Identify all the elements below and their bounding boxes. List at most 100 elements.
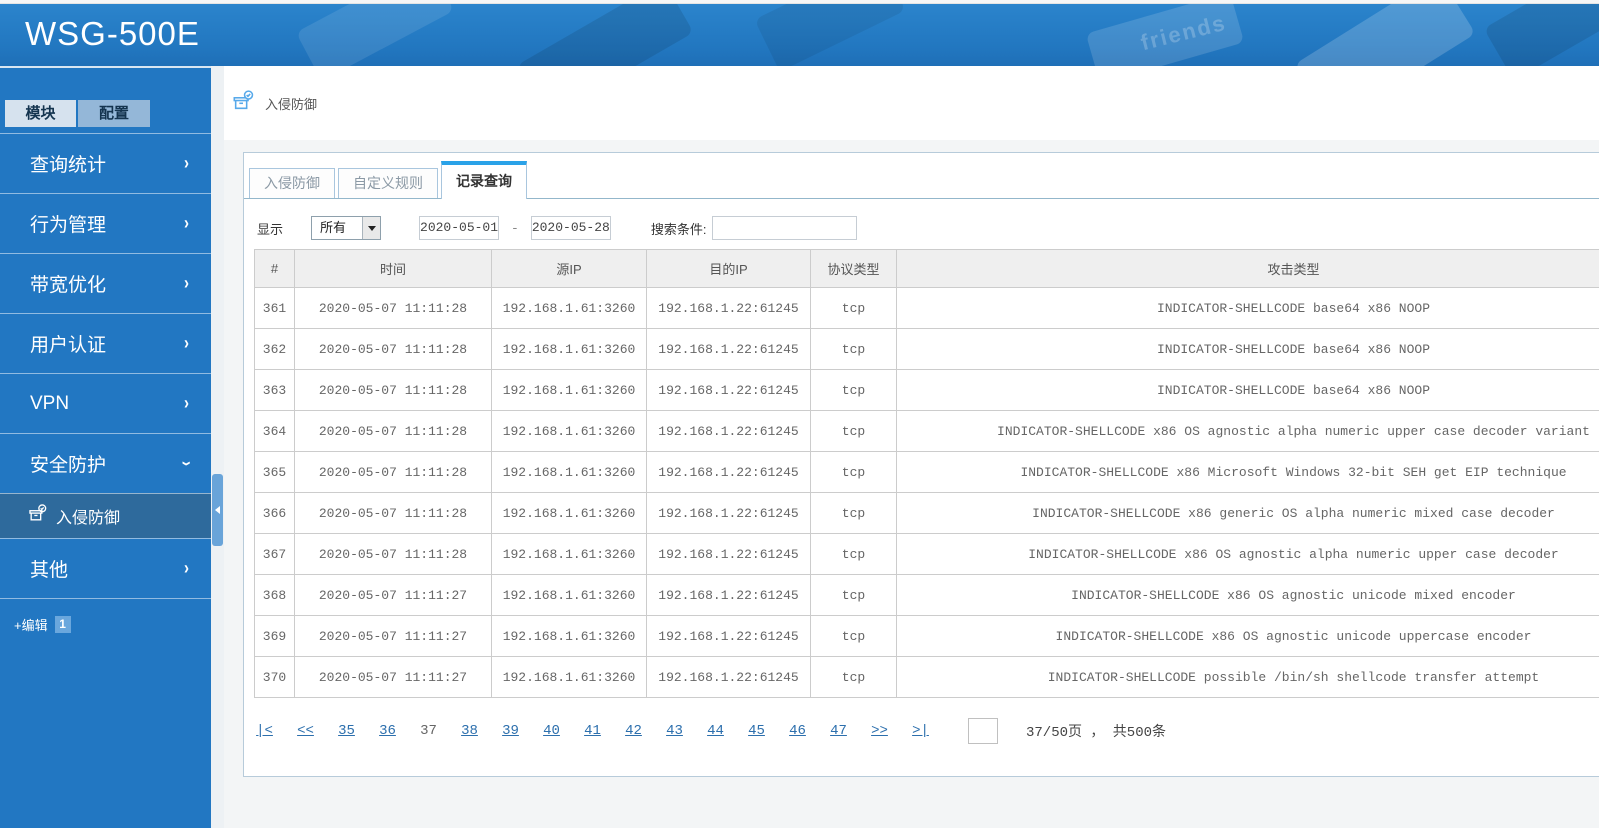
sidebar-item-bandwidth[interactable]: 带宽优化 › xyxy=(0,253,211,313)
chevron-down-icon[interactable] xyxy=(362,217,381,239)
tab-config[interactable]: 配置 xyxy=(78,100,150,127)
sidebar-edit-row: +编辑 1 xyxy=(14,615,211,634)
chevron-right-icon: › xyxy=(184,333,189,354)
cell-src-ip: 192.168.1.61:3260 xyxy=(491,328,647,370)
page-link[interactable]: 38 xyxy=(461,723,478,739)
log-table: # 时间 源IP 目的IP 协议类型 攻击类型 361 2020-05-07 11:11:2… xyxy=(254,249,1599,698)
page-prev-block[interactable]: << xyxy=(297,723,314,739)
table-row: 365 2020-05-07 11:11:28 192.168.1.61:3260 1… xyxy=(254,451,1599,493)
search-input[interactable] xyxy=(712,216,858,240)
cell-time: 2020-05-07 11:11:28 xyxy=(294,369,492,411)
cell-protocol: tcp xyxy=(810,287,897,329)
page-link[interactable]: 44 xyxy=(707,723,724,739)
cell-dst-ip: 192.168.1.22:61245 xyxy=(646,656,811,698)
table-row: 361 2020-05-07 11:11:28 192.168.1.61:3260 1… xyxy=(254,287,1599,329)
breadcrumb: 入侵防御 xyxy=(224,66,1599,140)
page-link[interactable]: 43 xyxy=(666,723,683,739)
cell-src-ip: 192.168.1.61:3260 xyxy=(491,492,647,534)
sidebar-item-other[interactable]: 其他 › xyxy=(0,538,211,598)
page-number-input[interactable] xyxy=(968,718,998,744)
page-next-block[interactable]: >> xyxy=(871,723,888,739)
panel-tabs: 入侵防御 自定义规则 记录查询 xyxy=(244,153,1599,199)
breadcrumb-label: 入侵防御 xyxy=(265,96,318,112)
panel-background: 入侵防御 自定义规则 记录查询 显示 所有 2020-05-01 - 2020-… xyxy=(224,140,1599,828)
cell-attack-type: INDICATOR-SHELLCODE base64 x86 NOOP xyxy=(896,328,1599,370)
edit-count-badge: 1 xyxy=(54,616,71,633)
sidebar-item-vpn[interactable]: VPN › xyxy=(0,373,211,433)
tab-intrusion-prevention[interactable]: 入侵防御 xyxy=(249,168,335,198)
keyboard-key-text: friends xyxy=(1138,9,1229,56)
page-link[interactable]: 36 xyxy=(379,723,396,739)
cell-protocol: tcp xyxy=(810,369,897,411)
date-range-separator: - xyxy=(511,220,519,236)
page-link[interactable]: 47 xyxy=(830,723,847,739)
cell-index: 363 xyxy=(254,369,295,411)
table-body: 361 2020-05-07 11:11:28 192.168.1.61:3260 1… xyxy=(254,287,1599,698)
cell-dst-ip: 192.168.1.22:61245 xyxy=(646,410,811,452)
cell-index: 369 xyxy=(254,615,295,657)
cell-src-ip: 192.168.1.61:3260 xyxy=(491,656,647,698)
edit-link[interactable]: +编辑 xyxy=(14,615,48,634)
sidebar-item-user-auth[interactable]: 用户认证 › xyxy=(0,313,211,373)
cell-src-ip: 192.168.1.61:3260 xyxy=(491,615,647,657)
app-header: friends WSG-500E xyxy=(0,4,1599,66)
chevron-right-icon: › xyxy=(184,558,189,579)
cell-dst-ip: 192.168.1.22:61245 xyxy=(646,451,811,493)
cell-src-ip: 192.168.1.61:3260 xyxy=(491,410,647,452)
page-link[interactable]: 45 xyxy=(748,723,765,739)
cell-attack-type: INDICATOR-SHELLCODE base64 x86 NOOP xyxy=(896,287,1599,329)
page-link[interactable]: 39 xyxy=(502,723,519,739)
page-link[interactable]: 41 xyxy=(584,723,601,739)
sidebar-item-behavior-mgmt[interactable]: 行为管理 › xyxy=(0,193,211,253)
date-to-input[interactable]: 2020-05-28 xyxy=(530,216,611,240)
page-link[interactable]: 35 xyxy=(338,723,355,739)
page-link[interactable]: 46 xyxy=(789,723,806,739)
cell-dst-ip: 192.168.1.22:61245 xyxy=(646,615,811,657)
content-area: 入侵防御 入侵防御 自定义规则 记录查询 显示 所有 2020-05-01 - xyxy=(224,66,1599,828)
cell-index: 366 xyxy=(254,492,295,534)
tab-record-query[interactable]: 记录查询 xyxy=(441,161,527,199)
sidebar-item-query-stats[interactable]: 查询统计 › xyxy=(0,133,211,193)
table-row: 367 2020-05-07 11:11:28 192.168.1.61:3260 1… xyxy=(254,533,1599,575)
page-link[interactable]: 40 xyxy=(543,723,560,739)
sidebar-collapse-handle[interactable] xyxy=(212,474,223,546)
cell-attack-type: INDICATOR-SHELLCODE x86 OS agnostic unic… xyxy=(896,615,1599,657)
display-select-value: 所有 xyxy=(320,220,347,235)
tab-custom-rules[interactable]: 自定义规则 xyxy=(338,168,438,198)
column-header: 目的IP xyxy=(646,249,811,288)
cell-dst-ip: 192.168.1.22:61245 xyxy=(646,492,811,534)
cell-index: 364 xyxy=(254,410,295,452)
cell-protocol: tcp xyxy=(810,656,897,698)
cell-time: 2020-05-07 11:11:28 xyxy=(294,328,492,370)
cell-src-ip: 192.168.1.61:3260 xyxy=(491,287,647,329)
page-first[interactable]: |< xyxy=(256,723,273,739)
cell-attack-type: INDICATOR-SHELLCODE base64 x86 NOOP xyxy=(896,369,1599,411)
cell-src-ip: 192.168.1.61:3260 xyxy=(491,533,647,575)
table-row: 362 2020-05-07 11:11:28 192.168.1.61:3260 1… xyxy=(254,328,1599,370)
chevron-right-icon: › xyxy=(184,393,189,414)
sidebar-item-ips[interactable]: 入侵防御 xyxy=(0,493,211,538)
cell-protocol: tcp xyxy=(810,615,897,657)
cell-protocol: tcp xyxy=(810,451,897,493)
cell-index: 365 xyxy=(254,451,295,493)
cell-index: 368 xyxy=(254,574,295,616)
cell-attack-type: INDICATOR-SHELLCODE x86 OS agnostic unic… xyxy=(896,574,1599,616)
page-link[interactable]: 42 xyxy=(625,723,642,739)
cell-time: 2020-05-07 11:11:27 xyxy=(294,656,492,698)
display-select[interactable]: 所有 xyxy=(311,216,382,240)
cell-index: 362 xyxy=(254,328,295,370)
main-panel: 入侵防御 自定义规则 记录查询 显示 所有 2020-05-01 - 2020-… xyxy=(243,152,1599,777)
date-from-input[interactable]: 2020-05-01 xyxy=(419,216,500,240)
table-row: 370 2020-05-07 11:11:27 192.168.1.61:3260 1… xyxy=(254,656,1599,698)
tab-modules[interactable]: 模块 xyxy=(5,100,76,127)
sidebar-item-security[interactable]: 安全防护 › xyxy=(0,433,211,493)
cell-attack-type: INDICATOR-SHELLCODE possible /bin/sh she… xyxy=(896,656,1599,698)
column-header: 时间 xyxy=(294,249,492,288)
sidebar-gap xyxy=(211,66,224,828)
page-last[interactable]: >| xyxy=(912,723,929,739)
cell-time: 2020-05-07 11:11:27 xyxy=(294,574,492,616)
cell-time: 2020-05-07 11:11:28 xyxy=(294,451,492,493)
cell-index: 370 xyxy=(254,656,295,698)
collapse-arrow-icon xyxy=(215,506,220,514)
chevron-down-icon: › xyxy=(176,461,197,466)
